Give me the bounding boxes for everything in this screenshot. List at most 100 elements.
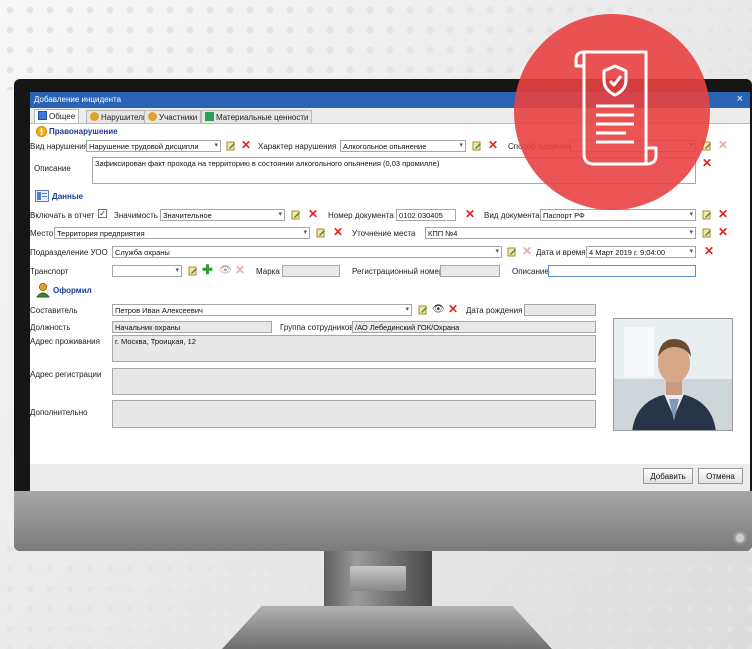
place-detail-value: КПП №4 [428,229,458,238]
violators-tab-icon [90,112,99,121]
monitor-stand-highlight [350,566,406,591]
reg-number-label: Регистрационный номер [352,267,444,276]
window-title: Добавление инцидента [34,95,122,104]
character-select[interactable]: Алкогольное опьянение ▾ [340,140,466,152]
position-input[interactable]: Начальник охраны [112,321,272,333]
tab-label: Материальные ценности [216,113,309,122]
chevron-down-icon: ▾ [459,142,463,149]
division-label: Подразделение УОО [30,248,108,257]
author-value: Петров Иван Алексеевич [115,306,203,315]
include-in-report-label: Включать в отчет [30,211,95,220]
transport-select[interactable]: ▾ [112,265,182,277]
edit-icon[interactable] [507,247,517,257]
chevron-down-icon: ▾ [689,248,693,255]
tab-participants[interactable]: Участники [144,110,202,123]
include-in-report-checkbox[interactable]: ✓ [98,209,107,218]
transport-label: Транспорт [30,267,69,276]
place-value: Территория предприятия [57,229,145,238]
chevron-down-icon: ▾ [278,211,282,218]
reg-number-input[interactable] [440,265,500,277]
reg-address-label: Адрес регистрации [30,370,102,379]
monitor-chin [14,491,752,551]
tab-general[interactable]: Общее [34,109,80,123]
info-icon [36,126,47,137]
position-label: Должность [30,323,71,332]
chevron-down-icon: ▾ [175,267,179,274]
delete-icon[interactable]: ✕ [235,264,245,276]
view-icon[interactable]: 👁 [432,305,445,315]
registered-section-title: Оформил [53,286,92,295]
place-detail-select[interactable]: КПП №4 ▾ [425,227,696,239]
power-light-icon [736,534,744,542]
delete-icon[interactable]: ✕ [448,303,458,315]
delete-icon[interactable]: ✕ [718,226,728,238]
doc-number-input[interactable]: 0102 030405 [396,209,456,221]
importance-label: Значимость [114,211,158,220]
division-select[interactable]: Служба охраны ▾ [112,246,502,258]
edit-icon[interactable] [702,210,712,220]
importance-value: Значительное [163,211,212,220]
division-value: Служба охраны [115,248,170,257]
employee-group-input[interactable]: /АО Лебединский ГОК/Охрана [352,321,596,333]
data-section-title: Данные [52,192,84,201]
edit-icon[interactable] [291,210,301,220]
doc-type-value: Паспорт РФ [543,211,585,220]
employee-photo [613,318,733,431]
edit-icon[interactable] [316,228,326,238]
desc2-input[interactable] [548,265,696,277]
employee-group-label: Группа сотрудников [280,323,354,332]
delete-icon[interactable]: ✕ [718,139,728,151]
violation-type-label: Вид нарушения [30,142,89,151]
brand-input[interactable] [282,265,340,277]
datetime-label: Дата и время [536,248,586,257]
chevron-down-icon: ▾ [214,142,218,149]
delete-icon[interactable]: ✕ [718,208,728,220]
delete-icon[interactable]: ✕ [308,208,318,220]
doc-type-label: Вид документа [484,211,540,220]
edit-icon[interactable] [226,141,236,151]
character-label: Характер нарушения [258,142,337,151]
participants-tab-icon [148,112,157,121]
checkmark: ✓ [99,209,106,218]
place-select[interactable]: Территория предприятия ▾ [54,227,310,239]
desc2-label: Описание [512,267,549,276]
description-value: Зафиксирован факт прохода на территорию … [95,159,440,168]
add-icon[interactable]: ✚ [202,263,213,276]
tab-label: Общее [49,112,76,121]
chevron-down-icon: ▾ [689,229,693,236]
additional-textarea[interactable] [112,400,596,428]
delete-icon[interactable]: ✕ [333,226,343,238]
delete-icon[interactable]: ✕ [522,245,532,257]
cancel-button[interactable]: Отмена [698,468,743,484]
violation-type-select[interactable]: Нарушение трудовой дисципли ▾ [86,140,221,152]
close-icon[interactable]: × [737,93,743,105]
view-icon[interactable]: 👁 [219,266,232,276]
place-label: Место [30,229,54,238]
tab-violators[interactable]: Нарушители [86,110,152,123]
author-label: Составитель [30,306,78,315]
edit-icon[interactable] [472,141,482,151]
edit-icon[interactable] [418,305,428,315]
add-button[interactable]: Добавить [643,468,693,484]
document-shield-icon [574,50,658,166]
general-tab-icon [38,111,47,120]
birth-date-input[interactable] [524,304,596,316]
edit-icon[interactable] [188,266,198,276]
delete-icon[interactable]: ✕ [465,208,475,220]
delete-icon[interactable]: ✕ [704,245,714,257]
datetime-picker[interactable]: 4 Март 2019 г. 9:04:00 ▾ [586,246,696,258]
tab-material-values[interactable]: Материальные ценности [201,110,313,123]
edit-icon[interactable] [702,228,712,238]
doc-number-value: 0102 030405 [399,211,443,220]
delete-icon[interactable]: ✕ [241,139,251,151]
employee-group-value: /АО Лебединский ГОК/Охрана [355,323,460,332]
doc-type-select[interactable]: Паспорт РФ ▾ [540,209,696,221]
delete-icon[interactable]: ✕ [488,139,498,151]
author-select[interactable]: Петров Иван Алексеевич ▾ [112,304,412,316]
importance-select[interactable]: Значительное ▾ [160,209,285,221]
address-textarea[interactable]: г. Москва, Троицкая, 12 [112,335,596,362]
reg-address-textarea[interactable] [112,368,596,395]
brand-label: Марка [256,267,280,276]
user-icon [36,282,50,298]
tab-label: Нарушители [101,113,148,122]
